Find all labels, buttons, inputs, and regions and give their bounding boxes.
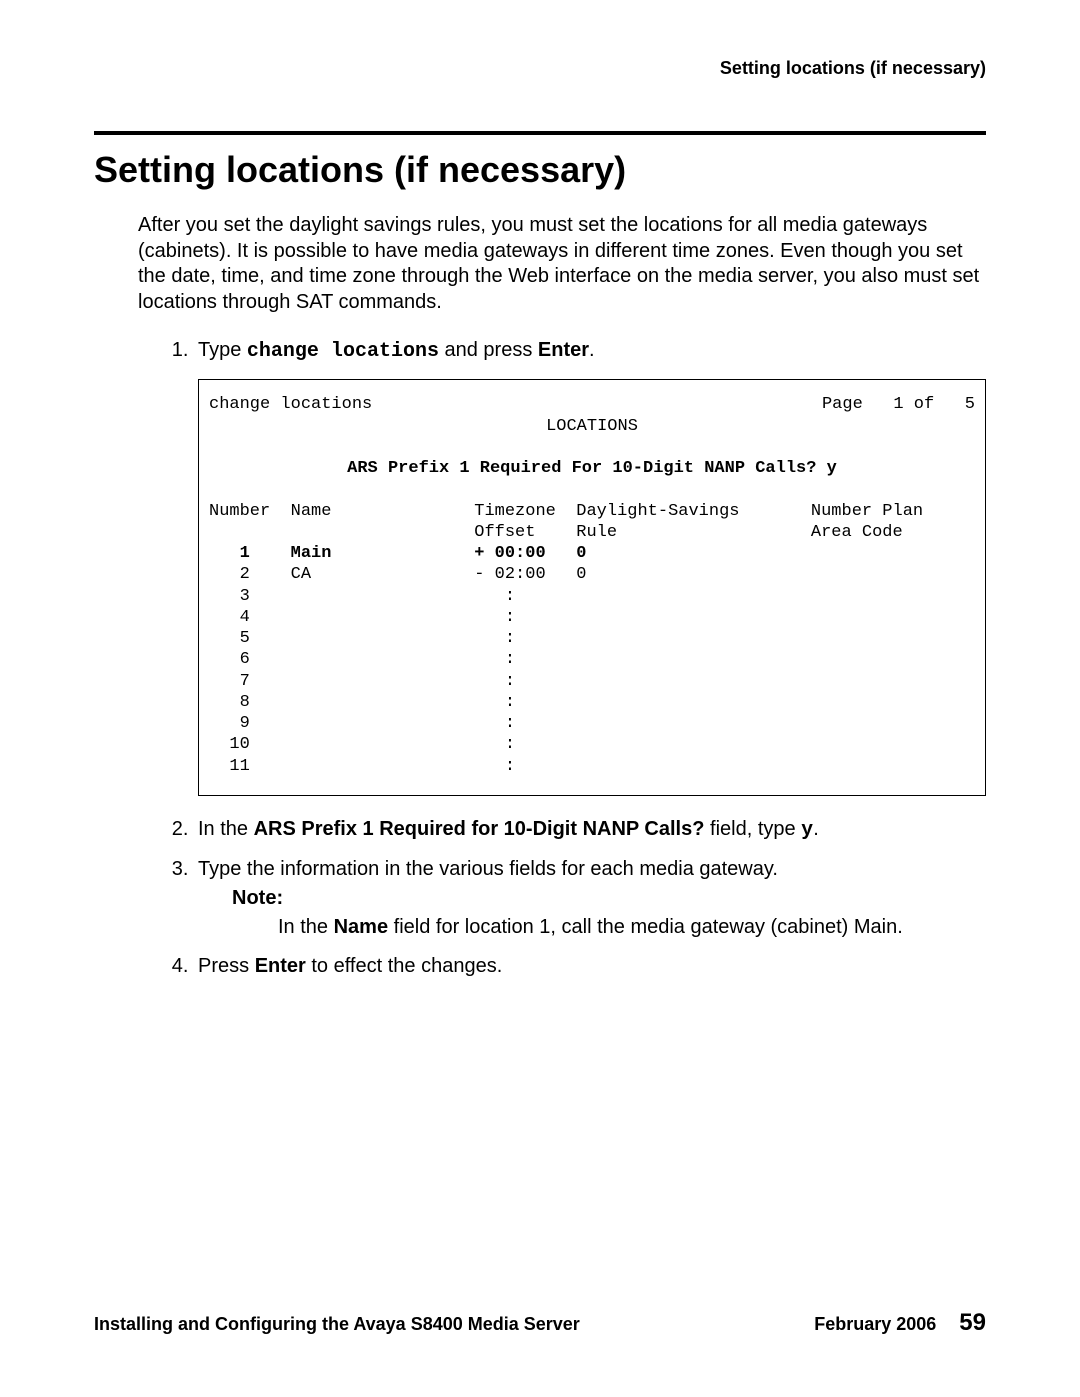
step-4-text-b: to effect the changes. [306,955,502,977]
section-title: Setting locations (if necessary) [94,149,986,191]
terminal-row: 6 : [209,649,975,670]
step-2-text-a: In the [198,818,254,840]
note-body: In the Name field for location 1, call t… [278,914,986,941]
footer-date: February 2006 [814,1314,936,1334]
footer-right: February 2006 59 [814,1309,986,1337]
step-2: In the ARS Prefix 1 Required for 10-Digi… [194,816,986,844]
terminal-row: 2 CA - 02:00 0 [209,564,975,585]
terminal-ars-line: ARS Prefix 1 Required For 10-Digit NANP … [209,458,975,479]
terminal-page-info: Page 1 of 5 [822,394,975,415]
terminal-title: LOCATIONS [209,416,975,437]
steps-list: Type change locations and press Enter. c… [166,337,986,980]
terminal-row: 3 : [209,586,975,607]
terminal-row: 10 : [209,734,975,755]
note-field-name: Name [334,916,388,938]
page-footer: Installing and Configuring the Avaya S84… [94,1309,986,1337]
step-1-text-c: . [589,339,595,361]
terminal-row: 8 : [209,692,975,713]
terminal-header-2: Offset Rule Area Code [209,522,975,543]
step-2-text-c: . [813,818,819,840]
note-text-a: In the [278,916,334,938]
terminal-row: 7 : [209,671,975,692]
step-3-text: Type the information in the various fiel… [198,858,778,880]
step-1-text-a: Type [198,339,247,361]
intro-paragraph: After you set the daylight savings rules… [138,213,986,315]
step-4-enter: Enter [255,955,306,977]
body-content: After you set the daylight savings rules… [138,213,986,980]
terminal-row: 4 : [209,607,975,628]
note-text-b: field for location 1, call the media gat… [388,916,903,938]
step-1-enter: Enter [538,339,589,361]
step-4: Press Enter to effect the changes. [194,953,986,980]
footer-page-number: 59 [959,1309,986,1336]
note-block: Note: In the Name field for location 1, … [198,885,986,941]
step-1-command: change locations [247,340,439,363]
terminal-row: 1 Main + 00:00 0 [209,543,975,564]
note-label: Note: [232,885,986,912]
terminal-header-1: Number Name Timezone Daylight-Savings Nu… [209,501,975,522]
step-1: Type change locations and press Enter. c… [194,337,986,796]
footer-doc-title: Installing and Configuring the Avaya S84… [94,1314,580,1335]
step-2-text-b: field, type [704,818,801,840]
terminal-screen: change locations Page 1 of 5LOCATIONS ARS… [198,379,986,796]
step-3: Type the information in the various fiel… [194,856,986,941]
step-1-text-b: and press [439,339,538,361]
running-head: Setting locations (if necessary) [94,58,986,79]
step-4-text-a: Press [198,955,255,977]
terminal-row: 9 : [209,713,975,734]
terminal-row: 11 : [209,756,975,777]
step-2-field-name: ARS Prefix 1 Required for 10-Digit NANP … [254,818,705,840]
terminal-command: change locations [209,394,372,415]
document-page: Setting locations (if necessary) Setting… [0,0,1080,1397]
section-rule [94,131,986,135]
terminal-row: 5 : [209,628,975,649]
step-2-value: y [801,819,813,842]
